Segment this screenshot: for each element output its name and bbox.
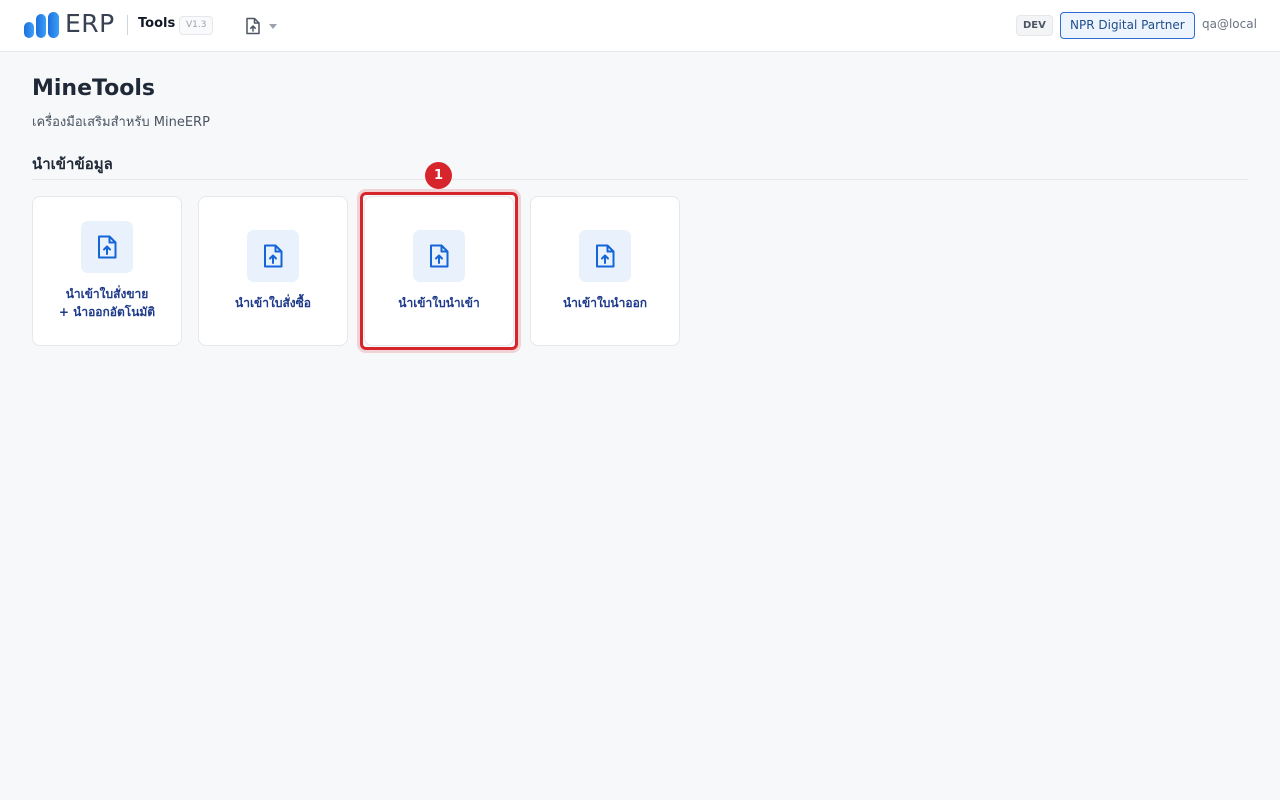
card-icon-box xyxy=(81,221,133,273)
app-name: Tools xyxy=(138,16,176,31)
step-number-badge: 1 xyxy=(425,162,452,189)
chevron-down-icon xyxy=(269,24,277,29)
file-upload-icon xyxy=(596,244,615,268)
brand-logo-icon xyxy=(24,12,59,38)
brand-name: ERP xyxy=(65,9,115,38)
import-menu-dropdown[interactable] xyxy=(242,14,282,38)
page-subtitle: เครื่องมือเสริมสำหรับ MineERP xyxy=(32,115,210,130)
card-icon-box xyxy=(413,230,465,282)
file-upload-icon xyxy=(430,244,449,268)
environment-badge: DEV xyxy=(1016,15,1053,36)
section-divider xyxy=(32,179,1248,180)
organization-button[interactable]: NPR Digital Partner xyxy=(1060,12,1195,39)
page-title: MineTools xyxy=(32,76,155,101)
user-account[interactable]: qa@local xyxy=(1202,17,1257,31)
card-label: นำเข้าใบสั่งขาย + นำออกอัตโนมัติ xyxy=(58,287,156,319)
file-upload-icon xyxy=(264,244,283,268)
card-icon-box xyxy=(579,230,631,282)
file-upload-icon xyxy=(246,17,260,35)
import-sales-order-card[interactable]: นำเข้าใบสั่งขาย + นำออกอัตโนมัติ xyxy=(32,196,182,346)
version-badge: V1.3 xyxy=(179,16,214,35)
import-issue-card[interactable]: นำเข้าใบนำออก xyxy=(530,196,680,346)
file-upload-icon xyxy=(98,235,117,259)
card-label: นำเข้าใบนำออก xyxy=(562,296,648,310)
card-label: นำเข้าใบสั่งซื้อ xyxy=(235,296,311,310)
top-bar: ERP Tools V1.3 DEV NPR Digital Partner q… xyxy=(0,0,1280,52)
card-label: นำเข้าใบนำเข้า xyxy=(398,296,480,310)
card-icon-box xyxy=(247,230,299,282)
import-purchase-order-card[interactable]: นำเข้าใบสั่งซื้อ xyxy=(198,196,348,346)
import-receipt-card[interactable]: นำเข้าใบนำเข้า xyxy=(364,196,514,346)
section-title: นำเข้าข้อมูล xyxy=(32,155,113,173)
brand-divider xyxy=(127,15,128,35)
